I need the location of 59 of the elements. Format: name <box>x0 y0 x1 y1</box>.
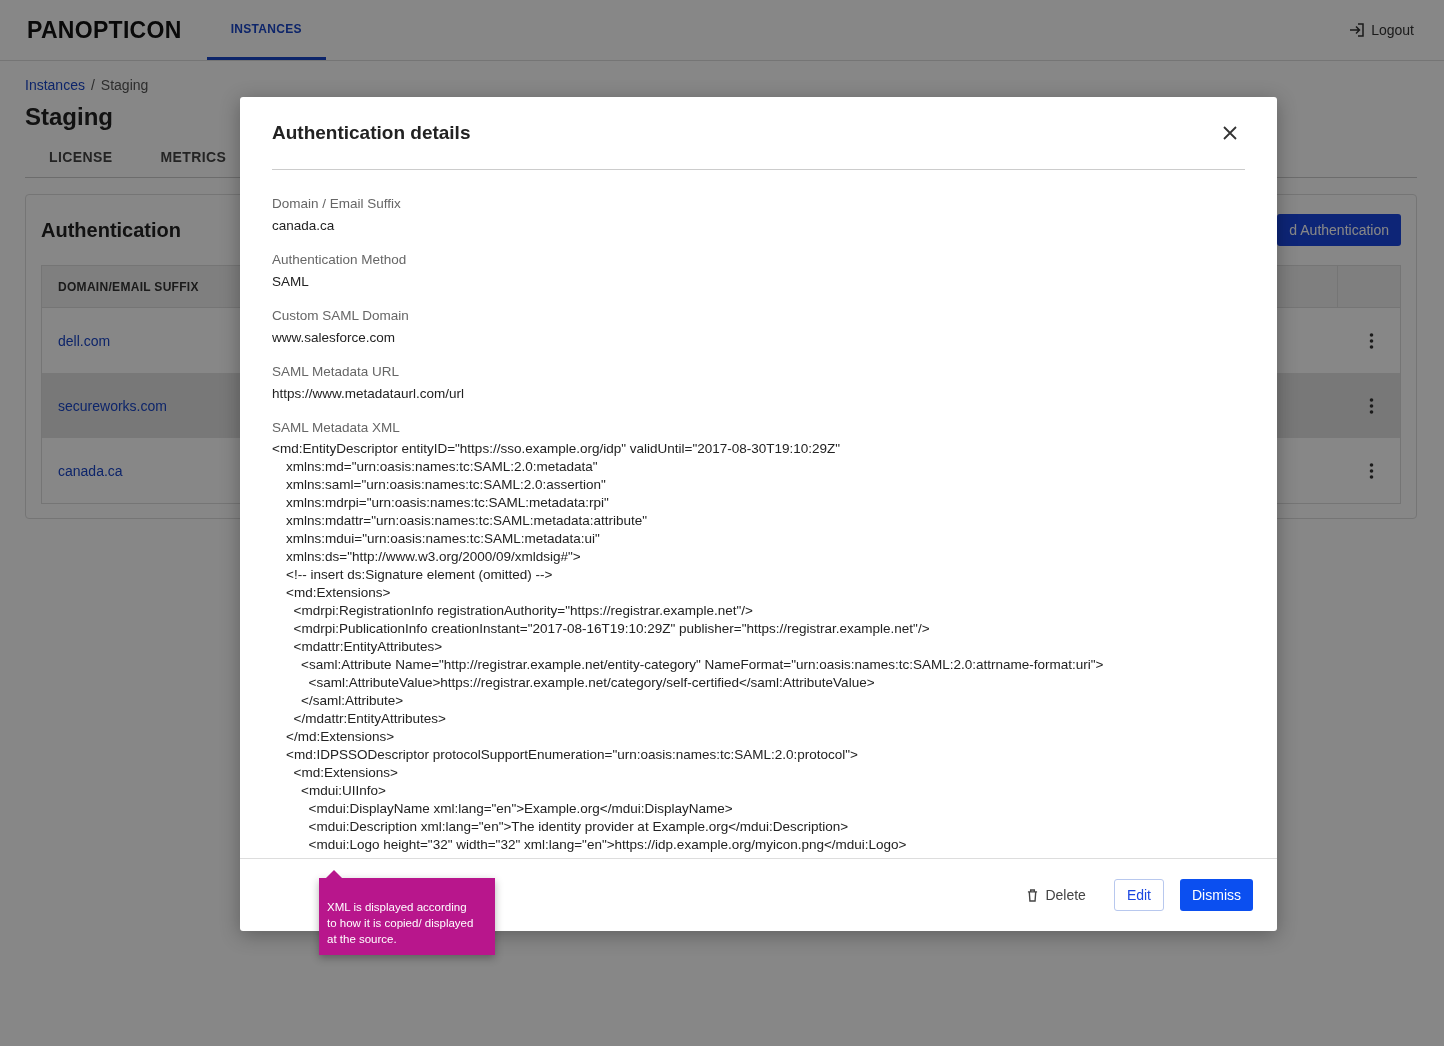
delete-button[interactable]: Delete <box>1015 879 1098 911</box>
field-label: Authentication Method <box>272 251 408 269</box>
xml-line: <!-- insert ds:Signature element (omitted) --> <box>286 566 554 584</box>
xml-line: <mdui:DisplayName xml:lang="en">Example.org</mdui:DisplayName> <box>308 800 734 818</box>
card-title: Authentication <box>41 218 181 242</box>
more-options-icon[interactable] <box>1369 397 1374 414</box>
field-label: Custom SAML Domain <box>272 307 410 325</box>
xml-line: xmlns:md="urn:oasis:names:tc:SAML:2.0:metadata" <box>286 458 599 476</box>
edit-button[interactable]: Edit <box>1113 879 1164 911</box>
xml-line: <mdui:Logo height="32" width="32" xml:lang="en">https://idp.example.org/myicon.png</mdui:Logo> <box>308 836 908 854</box>
close-button[interactable] <box>1221 124 1239 142</box>
xml-line: <mdattr:EntityAttributes> <box>293 638 444 656</box>
field-value: canada.ca <box>272 217 336 235</box>
xml-line: </mdattr:EntityAttributes> <box>293 710 447 728</box>
breadcrumb-current: Staging <box>100 77 149 93</box>
xml-line: xmlns:mdattr="urn:oasis:names:tc:SAML:metadata:attribute" <box>286 512 649 530</box>
modal-title: Authentication details <box>272 122 471 144</box>
xml-line: <saml:AttributeValue>https://registrar.example.net/category/self-certified</saml:AttributeValue> <box>308 674 876 692</box>
xml-line: <mdrpi:RegistrationInfo registrationAuthority="https://registrar.example.net"/> <box>293 602 754 620</box>
xml-line: <mdui:Description xml:lang="en">The identity provider at Example.org</mdui:Description> <box>308 818 850 836</box>
domain-link[interactable]: dell.com <box>58 332 111 349</box>
page-title: Staging <box>25 103 114 131</box>
xml-line: </saml:Attribute> <box>301 692 405 710</box>
xml-line: <md:Extensions> <box>286 584 392 602</box>
tooltip-text: XML is displayed according to how it is copied/ displayed at the source. <box>326 900 475 947</box>
xml-line: <saml:Attribute Name="http://registrar.example.net/entity-category" NameFormat="urn:oasis:names:tc:SAML:2.0:attrname-format:uri"> <box>301 656 1105 674</box>
xml-line: <md:IDPSSODescriptor protocolSupportEnumeration="urn:oasis:names:tc:SAML:2.0:protocol"> <box>286 746 859 764</box>
column-header: DOMAIN/EMAIL SUFFIX <box>58 279 199 294</box>
nav-tab[interactable]: INSTANCES <box>206 0 326 60</box>
field-value: SAML <box>272 273 310 291</box>
field-value: www.salesforce.com <box>272 329 397 347</box>
xml-line: xmlns:mdui="urn:oasis:names:tc:SAML:metadata:ui" <box>286 530 601 548</box>
xml-line: xmlns:mdrpi="urn:oasis:names:tc:SAML:metadata:rpi" <box>286 494 610 512</box>
xml-line: xmlns:saml="urn:oasis:names:tc:SAML:2.0:assertion" <box>286 476 607 494</box>
domain-link[interactable]: canada.ca <box>58 462 123 479</box>
field-label: SAML Metadata URL <box>272 363 401 381</box>
more-options-icon[interactable] <box>1369 332 1374 349</box>
field-value: https://www.metadataurl.com/url <box>272 385 466 403</box>
trash-icon <box>1027 888 1039 902</box>
logout-link[interactable]: Logout <box>1349 0 1414 60</box>
xml-line: <md:EntityDescriptor entityID="https://sso.example.org/idp" validUntil="2017-08-30T19:10:29Z" <box>272 440 842 458</box>
dismiss-button[interactable]: Dismiss <box>1180 879 1253 911</box>
page-tab[interactable]: LICENSE <box>49 149 113 177</box>
field-label: SAML Metadata XML <box>272 419 401 437</box>
add-authentication-button[interactable]: d Authentication <box>1277 214 1401 246</box>
xml-line: </md:Extensions> <box>286 728 396 746</box>
xml-line: xmlns:ds="http://www.w3.org/2000/09/xmldsig#"> <box>286 548 582 566</box>
app-logo: PANOPTICON <box>27 16 182 44</box>
close-icon <box>1223 126 1237 140</box>
xml-line: <mdui:UIInfo> <box>301 782 387 800</box>
breadcrumb-separator: / <box>90 77 95 93</box>
breadcrumb-link[interactable]: Instances <box>25 77 85 93</box>
domain-link[interactable]: secureworks.com <box>58 397 167 414</box>
logout-icon <box>1349 22 1366 38</box>
field-label: Domain / Email Suffix <box>272 195 402 213</box>
xml-line: <md:Extensions> <box>293 764 399 782</box>
xml-line: <mdrpi:PublicationInfo creationInstant="2017-08-16T19:10:29Z" publisher="https://registrar.example.net"/> <box>293 620 931 638</box>
page-tab[interactable]: METRICS <box>160 149 227 177</box>
more-options-icon[interactable] <box>1369 462 1374 479</box>
